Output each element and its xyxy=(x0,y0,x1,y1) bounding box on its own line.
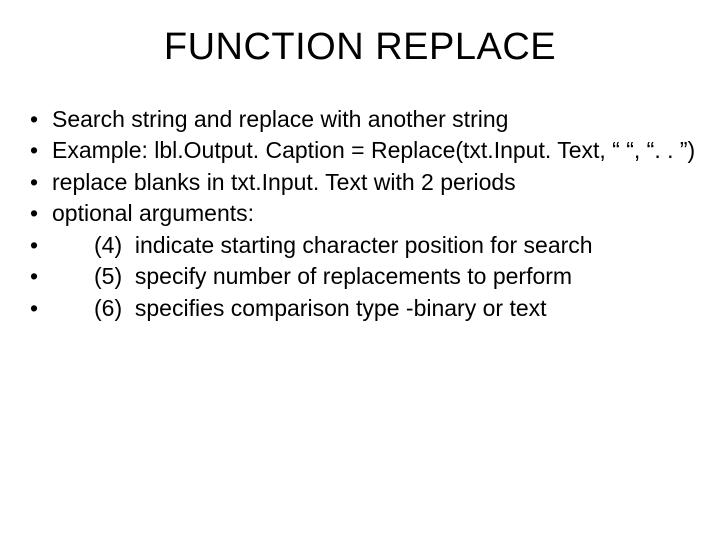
sub-bullet-item: (4) indicate starting character position… xyxy=(24,231,696,260)
slide: FUNCTION REPLACE Search string and repla… xyxy=(0,0,720,540)
bullet-item: replace blanks in txt.Input. Text with 2… xyxy=(24,168,696,197)
sub-bullet-list: (4) indicate starting character position… xyxy=(24,231,696,323)
bullet-list: Search string and replace with another s… xyxy=(24,105,696,229)
slide-title: FUNCTION REPLACE xyxy=(24,26,696,69)
bullet-item: Search string and replace with another s… xyxy=(24,105,696,134)
sub-bullet-item: (5) specify number of replacements to pe… xyxy=(24,262,696,291)
sub-bullet-item: (6) specifies comparison type -binary or… xyxy=(24,294,696,323)
bullet-item: Example: lbl.Output. Caption = Replace(t… xyxy=(24,136,696,165)
bullet-item: optional arguments: xyxy=(24,199,696,228)
